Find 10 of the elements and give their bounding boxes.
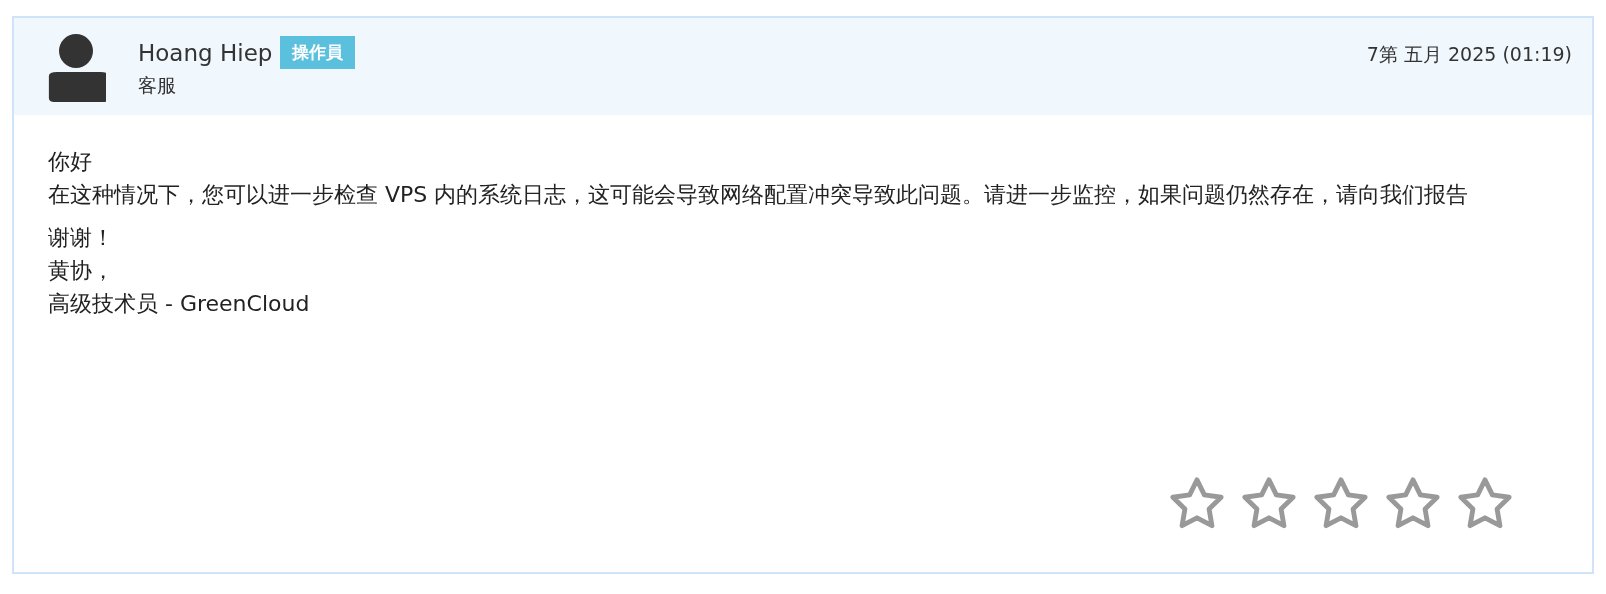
author-name: Hoang Hiep xyxy=(138,39,273,66)
message-line: 在这种情况下，您可以进一步检查 VPS 内的系统日志，这可能会导致网络配置冲突导致此问题。请进一步监控，如果问题仍然存在，请向我们报告 xyxy=(48,181,1470,209)
role-badge: 操作員 xyxy=(280,36,356,69)
user-avatar-icon xyxy=(46,34,106,102)
message-line: 你好 xyxy=(48,148,93,176)
message-line: 高级技术员 - GreenCloud xyxy=(48,290,311,318)
author-role: 客服 xyxy=(138,73,177,98)
message-line: 黄协， xyxy=(48,257,115,285)
message-line: 谢谢！ xyxy=(48,224,115,252)
post-date: 7第 五月 2025 (01:19) xyxy=(1366,42,1572,67)
